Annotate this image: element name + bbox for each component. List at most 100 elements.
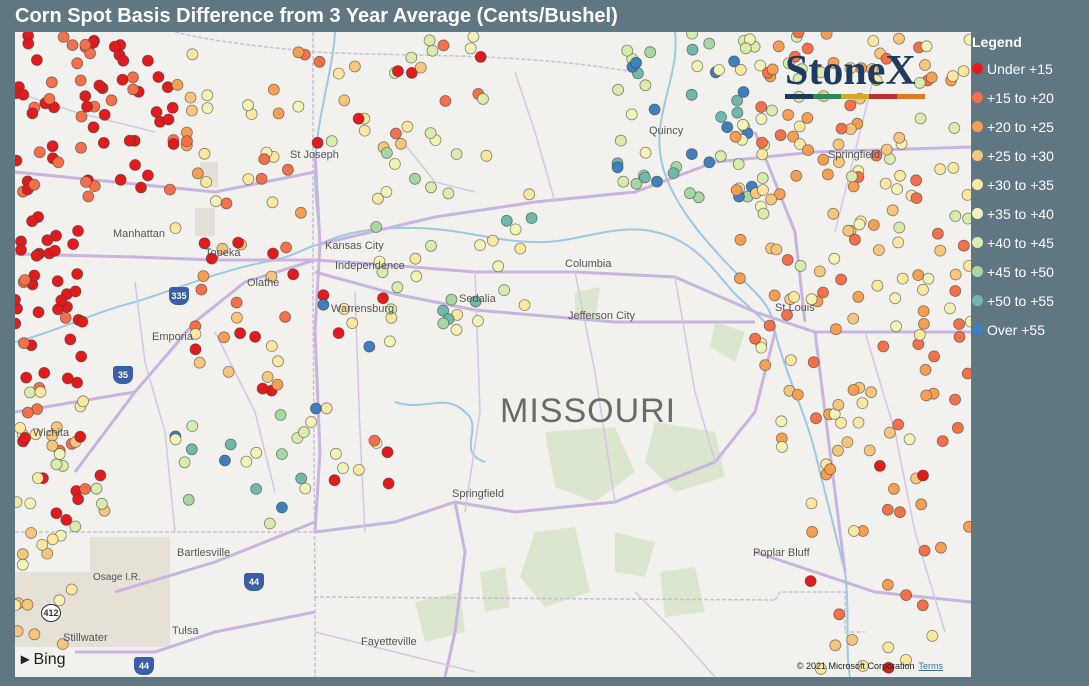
basis-point[interactable]	[889, 292, 902, 305]
basis-point[interactable]	[19, 431, 32, 444]
basis-point[interactable]	[34, 386, 47, 398]
basis-point[interactable]	[166, 101, 179, 114]
basis-point[interactable]	[281, 163, 294, 176]
basis-point[interactable]	[414, 61, 427, 74]
basis-point[interactable]	[169, 433, 182, 446]
basis-point[interactable]	[890, 320, 902, 333]
basis-point[interactable]	[944, 302, 956, 315]
basis-point[interactable]	[185, 443, 198, 456]
basis-point[interactable]	[772, 40, 785, 53]
basis-point[interactable]	[220, 197, 233, 210]
basis-point[interactable]	[802, 144, 814, 156]
basis-point[interactable]	[813, 265, 826, 278]
basis-point[interactable]	[201, 102, 214, 114]
basis-point[interactable]	[242, 99, 254, 112]
basis-point[interactable]	[380, 147, 393, 159]
basis-point[interactable]	[737, 86, 750, 98]
basis-point[interactable]	[766, 104, 778, 117]
basis-point[interactable]	[775, 415, 788, 428]
basis-point[interactable]	[79, 483, 92, 495]
basis-point[interactable]	[817, 286, 829, 299]
basis-point[interactable]	[721, 121, 734, 134]
basis-point[interactable]	[509, 223, 522, 236]
basis-point[interactable]	[96, 497, 108, 510]
basis-point[interactable]	[17, 88, 30, 101]
basis-point[interactable]	[830, 323, 842, 336]
basis-point[interactable]	[957, 239, 970, 252]
basis-point[interactable]	[737, 118, 749, 131]
basis-point[interactable]	[425, 239, 437, 252]
basis-point[interactable]	[925, 71, 938, 84]
basis-point[interactable]	[848, 525, 860, 537]
basis-point[interactable]	[793, 120, 806, 133]
basis-point[interactable]	[486, 234, 499, 247]
basis-point[interactable]	[17, 337, 30, 350]
basis-point[interactable]	[426, 44, 439, 57]
basis-point[interactable]	[920, 389, 933, 402]
basis-point[interactable]	[198, 147, 211, 160]
basis-point[interactable]	[445, 293, 458, 306]
basis-point[interactable]	[847, 383, 860, 396]
basis-point[interactable]	[882, 578, 894, 591]
basis-point[interactable]	[294, 206, 307, 219]
basis-point[interactable]	[625, 108, 638, 121]
basis-point[interactable]	[833, 608, 846, 621]
basis-point[interactable]	[651, 175, 663, 188]
basis-point[interactable]	[325, 135, 338, 147]
basis-point[interactable]	[391, 281, 404, 294]
basis-point[interactable]	[299, 482, 312, 495]
basis-point[interactable]	[763, 319, 776, 332]
basis-point[interactable]	[732, 158, 745, 171]
basis-point[interactable]	[59, 311, 72, 324]
basis-point[interactable]	[305, 416, 318, 428]
basis-point[interactable]	[26, 215, 39, 228]
basis-point[interactable]	[46, 439, 59, 452]
basis-point[interactable]	[686, 32, 698, 40]
basis-point[interactable]	[363, 340, 376, 353]
legend-item[interactable]: Under +15	[972, 54, 1087, 83]
basis-point[interactable]	[79, 90, 92, 102]
basis-point[interactable]	[309, 402, 322, 415]
basis-point[interactable]	[24, 386, 36, 399]
basis-point[interactable]	[317, 298, 330, 311]
basis-point[interactable]	[76, 315, 89, 328]
basis-point[interactable]	[846, 170, 858, 183]
basis-point[interactable]	[297, 426, 310, 439]
basis-point[interactable]	[757, 207, 770, 220]
basis-point[interactable]	[15, 496, 23, 508]
legend-item[interactable]: +25 to +30	[972, 141, 1087, 170]
basis-point[interactable]	[667, 167, 680, 180]
legend-item[interactable]: +15 to +20	[972, 83, 1087, 112]
basis-point[interactable]	[292, 46, 305, 59]
basis-point[interactable]	[714, 150, 727, 163]
basis-point[interactable]	[846, 634, 859, 646]
basis-point[interactable]	[32, 306, 45, 319]
basis-point[interactable]	[370, 221, 383, 233]
basis-point[interactable]	[267, 247, 279, 260]
basis-point[interactable]	[820, 32, 833, 40]
basis-point[interactable]	[877, 340, 890, 353]
basis-point[interactable]	[55, 294, 68, 307]
basis-point[interactable]	[853, 218, 866, 231]
basis-point[interactable]	[186, 420, 199, 433]
basis-point[interactable]	[391, 65, 404, 77]
basis-point[interactable]	[275, 501, 288, 514]
basis-point[interactable]	[962, 212, 971, 225]
basis-point[interactable]	[805, 497, 818, 510]
legend-item[interactable]: +45 to +50	[972, 257, 1087, 286]
basis-point[interactable]	[287, 268, 300, 281]
basis-point[interactable]	[891, 183, 903, 196]
basis-point[interactable]	[184, 91, 197, 104]
basis-point[interactable]	[348, 60, 361, 73]
basis-point[interactable]	[240, 455, 253, 468]
basis-point[interactable]	[67, 238, 79, 251]
basis-point[interactable]	[756, 172, 769, 185]
basis-point[interactable]	[785, 354, 797, 367]
basis-point[interactable]	[405, 51, 418, 64]
basis-point[interactable]	[93, 79, 106, 92]
basis-point[interactable]	[912, 269, 925, 282]
basis-point[interactable]	[774, 129, 787, 142]
basis-point[interactable]	[953, 330, 966, 343]
basis-point[interactable]	[961, 189, 971, 201]
basis-point[interactable]	[894, 169, 906, 182]
